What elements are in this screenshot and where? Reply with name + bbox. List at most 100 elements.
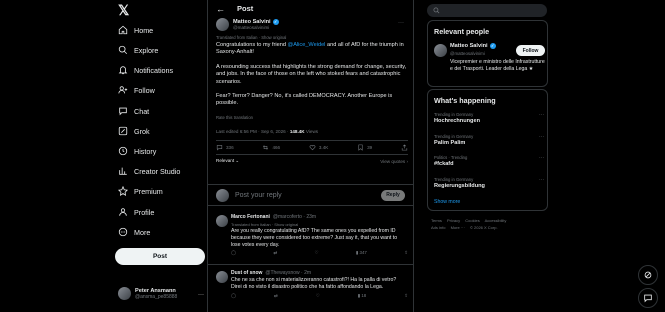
reply-action[interactable]: 336 [216, 144, 234, 151]
more-options-icon[interactable]: ··· [539, 112, 544, 118]
person-handle[interactable]: @matteosalvinimi [450, 51, 485, 56]
nav-label: Premium [134, 186, 163, 196]
nav-label: Profile [134, 207, 155, 217]
footer-link[interactable]: Accessibility [485, 218, 507, 223]
bookmark-action[interactable]: 39 [357, 144, 372, 151]
bookmark-icon [358, 144, 363, 151]
relevant-people-card: Relevant people Matteo Salvini ✓ @matteos… [427, 20, 548, 87]
history-icon [118, 146, 128, 156]
premium-icon [118, 186, 128, 196]
nav-follow[interactable]: Follow [118, 83, 155, 97]
repost-action[interactable]: 466 [262, 144, 280, 151]
x-logo-icon[interactable]: 𝕏 [118, 2, 129, 19]
avatar[interactable] [216, 18, 229, 31]
more-options-icon[interactable]: ··· [539, 177, 544, 183]
reply-actions: ◯ ⇄ ♡ ▮ 347 ⇪ [231, 250, 408, 256]
avatar[interactable] [434, 44, 447, 57]
reply-author[interactable]: Dust of snow [231, 270, 262, 276]
main-column: ← Post Matteo Salvini ✓ @matteosalvinimi … [207, 0, 414, 312]
share-action[interactable] [401, 144, 408, 151]
account-switcher[interactable]: Peter Ansmann @ansma_pe85888 [118, 287, 177, 300]
tweet-paragraph: Fear? Terror? Danger? No, it's called DE… [216, 93, 393, 107]
share-icon[interactable]: ⇪ [404, 250, 408, 256]
search-icon [433, 7, 440, 14]
rate-translation[interactable]: Rate this translation [216, 115, 408, 120]
trend-item[interactable]: Trending in Germany Palim Palim ··· [434, 134, 544, 146]
repost-icon[interactable]: ⇄ [274, 293, 278, 299]
more-options-icon[interactable]: ··· [539, 155, 544, 161]
messages-fab[interactable] [638, 288, 658, 308]
reply-composer: Post your reply Reply [208, 184, 413, 206]
tweet-timestamp[interactable]: Last edited 6:56 PM · Sep 6, 2026 · [216, 129, 290, 134]
nav-explore[interactable]: Explore [118, 43, 158, 57]
view-quotes-link[interactable]: View quotes › [380, 159, 408, 164]
grok-fab[interactable] [638, 265, 658, 285]
post-button[interactable]: Post [115, 248, 205, 265]
back-arrow-icon[interactable]: ← [216, 4, 225, 14]
follow-button[interactable]: Follow [516, 45, 545, 56]
reply-icon[interactable]: ◯ [231, 250, 236, 256]
reply-count: 336 [226, 144, 234, 150]
avatar[interactable] [216, 271, 228, 283]
nav-notifications[interactable]: Notifications [118, 63, 173, 77]
search-input[interactable] [427, 4, 547, 17]
translated-note[interactable]: Translated from Italian · Show original [231, 222, 408, 227]
show-more-link[interactable]: Show more [434, 199, 460, 205]
nav-creator-studio[interactable]: Creator Studio [118, 164, 180, 178]
footer-link[interactable]: Ads info [431, 225, 445, 230]
reply-views: 18 [361, 292, 367, 298]
reply-item[interactable]: Marco Fertonani @marcoferto · 23m Transla… [216, 214, 408, 256]
nav-premium[interactable]: Premium [118, 184, 163, 198]
verified-icon: ✓ [489, 43, 496, 49]
chat-icon [118, 106, 128, 116]
creator-studio-icon [118, 166, 128, 176]
trend-item[interactable]: Politics · Trending #fckafd ··· [434, 155, 544, 167]
reply-item[interactable]: Dust of snow @Thewaysnow · 2m Che ne sa c… [216, 270, 408, 299]
nav-profile[interactable]: Profile [118, 205, 154, 219]
reply-input[interactable]: Post your reply [235, 192, 375, 199]
heart-icon[interactable]: ♡ [314, 250, 318, 256]
grok-icon [644, 271, 652, 279]
trend-name: #fckafd [434, 161, 454, 167]
reply-author[interactable]: Marco Fertonani [231, 214, 270, 220]
like-action[interactable]: 3.4K [309, 144, 328, 151]
views-action[interactable]: ▮ 18 [358, 293, 367, 299]
person-name[interactable]: Matteo Salvini [450, 43, 488, 49]
nav-history[interactable]: History [118, 144, 156, 158]
footer-link[interactable]: Cookies [465, 218, 479, 223]
reply-button[interactable]: Reply [381, 189, 405, 201]
trend-name: Palim Palim [434, 140, 466, 146]
translated-note[interactable]: Translated from Italian · Show original [216, 35, 408, 40]
footer-link[interactable]: Terms [431, 218, 442, 223]
heart-icon[interactable]: ♡ [316, 293, 320, 299]
right-sidebar: Relevant people Matteo Salvini ✓ @matteos… [425, 0, 550, 312]
mention-link[interactable]: @Alice_Weidel [288, 42, 326, 48]
nav-chat[interactable]: Chat [118, 104, 149, 118]
reply-icon[interactable]: ◯ [231, 293, 236, 299]
tweet-paragraph: A resounding success that highlights the… [216, 63, 407, 85]
main-tweet: Matteo Salvini ✓ @matteosalvinimi ··· Tra… [216, 18, 408, 168]
tweet-text: Congratulations to my friend @Alice_Weid… [216, 42, 408, 108]
share-icon[interactable]: ⇪ [404, 293, 408, 299]
nav-home[interactable]: Home [118, 23, 153, 37]
account-more-icon[interactable]: ··· [198, 292, 204, 298]
repost-icon[interactable]: ⇄ [273, 250, 277, 256]
repost-count: 466 [272, 144, 281, 150]
trend-context: Trending in Germany [434, 177, 474, 182]
trend-item[interactable]: Trending in Germany Regierungsbildung ··… [434, 177, 544, 189]
avatar[interactable] [216, 215, 228, 227]
more-options-icon[interactable]: ··· [398, 20, 404, 26]
nav-grok[interactable]: Grok [118, 124, 150, 138]
footer-link[interactable]: Privacy [447, 218, 460, 223]
tweet-author[interactable]: Matteo Salvini ✓ @matteosalvinimi [216, 18, 408, 31]
left-nav: 𝕏 Home Explore Notifications Follow Chat… [108, 0, 208, 312]
sort-relevant-dropdown[interactable]: Relevant ⌄ [216, 158, 239, 164]
avatar [216, 188, 229, 202]
views-action[interactable]: ▮ 347 [356, 250, 367, 256]
nav-more[interactable]: More [118, 225, 150, 239]
footer-link[interactable]: More ··· [451, 225, 465, 230]
more-options-icon[interactable]: ··· [539, 134, 544, 140]
author-handle[interactable]: @matteosalvinimi [233, 25, 279, 30]
trend-item[interactable]: Trending in Germany Hochrechnungen ··· [434, 112, 544, 124]
bell-icon [118, 65, 128, 75]
